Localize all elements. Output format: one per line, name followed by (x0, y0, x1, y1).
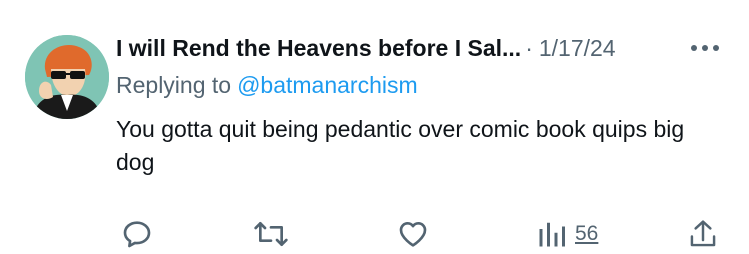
tweet-header: I will Rend the Heavens before I Sal... … (116, 30, 736, 66)
like-button[interactable] (397, 214, 429, 254)
reply-button[interactable] (121, 214, 153, 254)
avatar-illustration (25, 35, 109, 119)
more-options-button[interactable] (688, 34, 722, 62)
reply-bubble-icon (123, 221, 151, 248)
views-button[interactable]: 56 (537, 214, 598, 254)
separator-dot: · (525, 34, 533, 61)
replying-to: Replying to @batmanarchism (116, 68, 418, 102)
bar-chart-icon (539, 222, 565, 247)
author-name[interactable]: I will Rend the Heavens before I Sal... (116, 35, 521, 62)
avatar[interactable] (25, 35, 109, 119)
action-bar: 56 (0, 214, 749, 254)
replying-handle-link[interactable]: @batmanarchism (237, 72, 418, 99)
tweet-date[interactable]: 1/17/24 (539, 35, 616, 62)
views-count[interactable]: 56 (575, 222, 598, 246)
repost-button[interactable] (253, 214, 289, 254)
replying-prefix: Replying to (116, 71, 232, 98)
share-upload-icon (690, 220, 716, 247)
heart-icon (399, 222, 427, 247)
repost-arrows-icon (254, 222, 288, 246)
tweet-card[interactable]: I will Rend the Heavens before I Sal... … (0, 0, 749, 249)
more-dots-icon (691, 45, 719, 51)
tweet-text: You gotta quit being pedantic over comic… (116, 116, 685, 175)
share-button[interactable] (688, 214, 718, 254)
